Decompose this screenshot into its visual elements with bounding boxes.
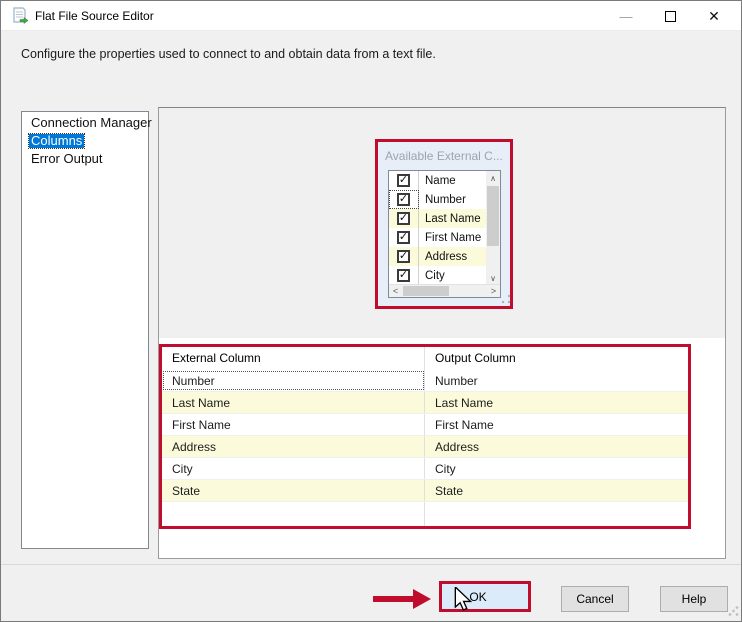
pages-list: Connection Manager Columns Error Output — [21, 111, 152, 549]
table-row[interactable]: First Name First Name — [162, 414, 688, 436]
scroll-down-icon[interactable]: ∨ — [486, 271, 500, 285]
vertical-scroll-thumb[interactable] — [487, 186, 499, 246]
nav-item-columns[interactable]: Columns — [22, 132, 148, 150]
mouse-cursor-icon — [454, 587, 473, 611]
table-row[interactable]: Address Address — [162, 436, 688, 458]
checkbox-checked[interactable]: ✓ — [397, 250, 410, 263]
check-icon: ✓ — [398, 231, 409, 243]
column-mapping-table: External Column Output Column Number Num… — [159, 344, 691, 529]
check-icon: ✓ — [398, 174, 409, 186]
maximize-icon — [664, 10, 676, 22]
horizontal-scrollbar[interactable]: < > — [389, 284, 500, 297]
checkbox-checked[interactable]: ✓ — [397, 174, 410, 187]
scroll-up-icon[interactable]: ∧ — [486, 171, 500, 185]
help-button[interactable]: Help — [660, 586, 728, 612]
table-header-row: External Column Output Column — [162, 347, 688, 370]
vertical-scrollbar[interactable]: ∧ ∨ — [486, 171, 500, 285]
footer-divider — [1, 564, 741, 565]
available-columns-list: ✓ Name ✓ Number ✓ Last Name ✓ First Name… — [388, 170, 501, 298]
checkbox-checked[interactable]: ✓ — [397, 269, 410, 282]
table-row-empty[interactable] — [162, 502, 688, 526]
cancel-button[interactable]: Cancel — [561, 586, 629, 612]
nav-item-error-output[interactable]: Error Output — [22, 150, 148, 168]
check-icon: ✓ — [398, 212, 409, 224]
external-column-header[interactable]: External Column — [162, 347, 425, 370]
maximize-button[interactable] — [653, 1, 687, 31]
available-column-row[interactable]: ✓ Number — [389, 190, 486, 209]
check-icon: ✓ — [398, 269, 409, 281]
available-columns-rows: ✓ Name ✓ Number ✓ Last Name ✓ First Name… — [389, 171, 486, 285]
check-icon: ✓ — [398, 250, 409, 262]
window-title: Flat File Source Editor — [35, 9, 154, 23]
resize-grip-icon[interactable] — [501, 294, 511, 304]
flat-file-source-editor-dialog: Flat File Source Editor — ✕ Configure th… — [0, 0, 742, 622]
available-column-row[interactable]: ✓ Last Name — [389, 209, 486, 228]
checkbox-checked[interactable]: ✓ — [397, 212, 410, 225]
annotation-arrow-icon — [373, 589, 431, 609]
nav-item-connection-manager[interactable]: Connection Manager — [22, 114, 152, 132]
available-column-row[interactable]: ✓ Address — [389, 247, 486, 266]
available-columns-title: Available External C... — [385, 149, 503, 163]
close-icon: ✕ — [708, 7, 720, 24]
scroll-right-icon[interactable]: > — [487, 285, 500, 297]
window-resize-grip-icon[interactable] — [727, 605, 739, 617]
output-column-header[interactable]: Output Column — [425, 347, 688, 370]
checkbox-checked[interactable]: ✓ — [397, 193, 410, 206]
minimize-button[interactable]: — — [609, 1, 643, 31]
available-column-row[interactable]: ✓ Name — [389, 171, 486, 190]
table-row[interactable]: City City — [162, 458, 688, 480]
checkbox-checked[interactable]: ✓ — [397, 231, 410, 244]
table-row[interactable]: State State — [162, 480, 688, 502]
dialog-description: Configure the properties used to connect… — [21, 47, 436, 61]
check-icon: ✓ — [398, 193, 409, 205]
document-icon — [13, 7, 29, 24]
horizontal-scroll-thumb[interactable] — [403, 286, 449, 296]
close-button[interactable]: ✕ — [697, 1, 731, 31]
available-column-row[interactable]: ✓ City — [389, 266, 486, 285]
minimize-icon: — — [619, 8, 633, 24]
table-row[interactable]: Number Number — [162, 370, 688, 392]
available-column-row[interactable]: ✓ First Name — [389, 228, 486, 247]
table-row[interactable]: Last Name Last Name — [162, 392, 688, 414]
scroll-left-icon[interactable]: < — [389, 285, 402, 297]
